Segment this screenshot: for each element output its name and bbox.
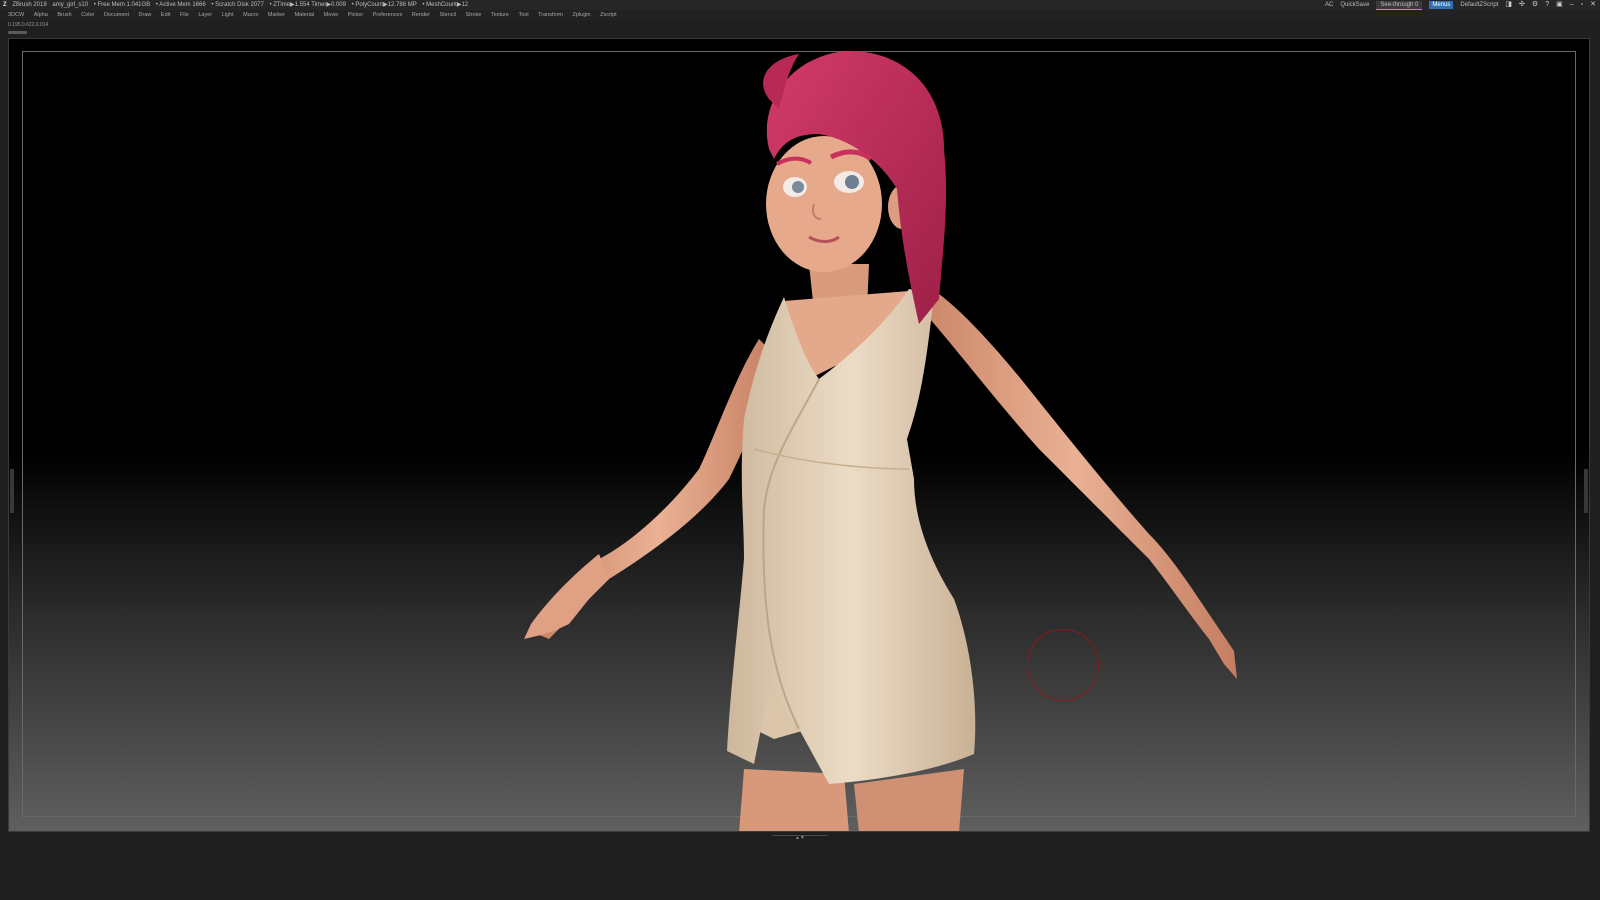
minimize-icon[interactable]: –: [1570, 0, 1574, 10]
cursor-coordinates: 0.195,0.622,0.014: [8, 22, 49, 28]
menu-light[interactable]: Light: [222, 12, 234, 18]
zbrush-logo-icon: Z: [3, 2, 7, 8]
tray-handle[interactable]: [8, 31, 27, 34]
menu-bar: 3DCW Alpha Brush Color Document Draw Edi…: [0, 10, 1600, 20]
right-tray-handle[interactable]: [1584, 469, 1588, 513]
quicksave-button[interactable]: QuickSave: [1340, 0, 1369, 10]
menu-stencil[interactable]: Stencil: [439, 12, 456, 18]
menu-picker[interactable]: Picker: [348, 12, 363, 18]
menu-zplugin[interactable]: Zplugin: [573, 12, 591, 18]
title-bar: Z ZBrush 2019 amy_girl_s10 • Free Mem 1.…: [0, 0, 1600, 10]
help-icon[interactable]: ?: [1545, 0, 1549, 10]
menu-color[interactable]: Color: [81, 12, 94, 18]
menu-3dcw[interactable]: 3DCW: [8, 12, 24, 18]
stat-polycount: • PolyCount▶12.786 MP: [351, 2, 417, 8]
menu-material[interactable]: Material: [295, 12, 315, 18]
file-name: amy_girl_s10: [52, 2, 89, 8]
menu-zscript[interactable]: Zscript: [600, 12, 617, 18]
bottom-tray-handle[interactable]: ▲▼: [772, 835, 828, 841]
title-right: AC QuickSave See-through 0 Menus Default…: [1325, 0, 1596, 10]
document-canvas[interactable]: [8, 38, 1590, 832]
menus-button[interactable]: Menus: [1429, 1, 1454, 9]
info-bar: 0.195,0.622,0.014: [0, 20, 1600, 36]
app-name: ZBrush 2019: [12, 2, 47, 8]
character-model: [524, 50, 1237, 831]
default-zscript-button[interactable]: DefaultZScript: [1460, 0, 1498, 10]
right-iris: [845, 175, 859, 189]
lock-icon[interactable]: ▣: [1556, 0, 1563, 10]
stat-meshcount: • MeshCount▶12: [422, 2, 469, 8]
menu-tool[interactable]: Tool: [519, 12, 529, 18]
close-icon[interactable]: ✕: [1590, 0, 1596, 10]
menu-brush[interactable]: Brush: [57, 12, 71, 18]
see-through-slider[interactable]: See-through 0: [1376, 0, 1423, 10]
title-left: Z ZBrush 2019 amy_girl_s10 • Free Mem 1.…: [3, 0, 472, 10]
menu-document[interactable]: Document: [104, 12, 129, 18]
menu-layer[interactable]: Layer: [198, 12, 212, 18]
menu-marker[interactable]: Marker: [268, 12, 285, 18]
menu-draw[interactable]: Draw: [139, 12, 152, 18]
menu-edit[interactable]: Edit: [161, 12, 170, 18]
palette-icon[interactable]: ✣: [1519, 0, 1525, 10]
menu-texture[interactable]: Texture: [491, 12, 509, 18]
left-tray-handle[interactable]: [10, 469, 14, 513]
menu-preferences[interactable]: Preferences: [373, 12, 403, 18]
gear-icon[interactable]: ⚙: [1532, 0, 1538, 10]
stat-free-mem: • Free Mem 1.041GB: [93, 2, 151, 8]
layout-icon[interactable]: ◨: [1505, 0, 1512, 10]
menu-file[interactable]: File: [180, 12, 189, 18]
right-arm: [914, 294, 1237, 679]
brush-cursor-circle: [1027, 629, 1099, 701]
menu-movie[interactable]: Movie: [324, 12, 339, 18]
menu-alpha[interactable]: Alpha: [34, 12, 48, 18]
menu-stroke[interactable]: Stroke: [466, 12, 482, 18]
menu-macro[interactable]: Macro: [243, 12, 258, 18]
maximize-icon[interactable]: ▫: [1581, 0, 1583, 10]
left-iris: [792, 181, 804, 193]
menu-transform[interactable]: Transform: [538, 12, 563, 18]
bottom-shelf: ▲▼: [0, 832, 1600, 900]
ac-button[interactable]: AC: [1325, 0, 1333, 10]
stat-ztime: • ZTime▶1.554 Timer▶0.009: [269, 2, 346, 8]
left-hand: [524, 554, 609, 639]
menu-render[interactable]: Render: [412, 12, 430, 18]
stat-active-mem: • Active Mem 1666: [155, 2, 206, 8]
stat-scratch-disk: • Scratch Disk 2077: [211, 2, 264, 8]
